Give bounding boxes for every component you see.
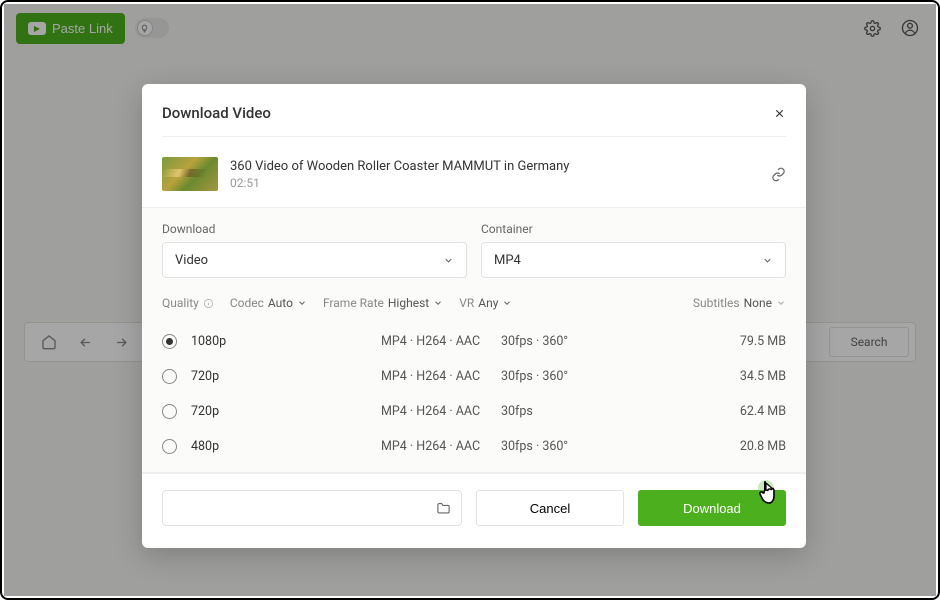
video-title: 360 Video of Wooden Roller Coaster MAMMU…	[230, 159, 759, 174]
vr-filter-value: Any	[478, 296, 498, 310]
codec-value: MP4 · H264 · AAC	[381, 334, 501, 349]
quality-value: 720p	[191, 404, 381, 419]
codec-value: MP4 · H264 · AAC	[381, 404, 501, 419]
fps-value: 30fps · 360°	[501, 369, 651, 384]
download-button[interactable]: Download	[638, 490, 786, 526]
quality-options-list: 1080pMP4 · H264 · AAC30fps · 360°79.5 MB…	[162, 324, 786, 470]
codec-filter-value: Auto	[268, 296, 293, 310]
chevron-down-icon	[502, 298, 512, 308]
quality-value: 480p	[191, 439, 381, 454]
container-value: MP4	[494, 253, 521, 268]
video-info: 360 Video of Wooden Roller Coaster MAMMU…	[142, 153, 806, 207]
chevron-down-icon	[762, 255, 773, 266]
quality-option[interactable]: 480pMP4 · H264 · AAC30fps · 360°20.8 MB	[162, 429, 786, 464]
quality-filter[interactable]: Quality	[162, 296, 214, 310]
download-type-select[interactable]: Video	[162, 242, 467, 278]
download-type-value: Video	[175, 253, 208, 268]
size-value: 20.8 MB	[651, 439, 786, 454]
filters-row: Quality Codec Auto Frame Rate Highest VR…	[162, 296, 786, 310]
download-label: Download	[683, 501, 741, 516]
chevron-down-icon	[297, 298, 307, 308]
quality-filter-label: Quality	[162, 296, 199, 310]
quality-option[interactable]: 1080pMP4 · H264 · AAC30fps · 360°79.5 MB	[162, 324, 786, 359]
size-value: 79.5 MB	[651, 334, 786, 349]
chevron-down-icon	[443, 255, 454, 266]
quality-value: 1080p	[191, 334, 381, 349]
framerate-filter[interactable]: Frame Rate Highest	[323, 296, 443, 310]
codec-value: MP4 · H264 · AAC	[381, 439, 501, 454]
framerate-filter-label: Frame Rate	[323, 296, 384, 310]
size-value: 62.4 MB	[651, 404, 786, 419]
close-button[interactable]	[773, 107, 786, 120]
config-section: Download Video Container MP4	[142, 207, 806, 473]
codec-filter[interactable]: Codec Auto	[230, 296, 307, 310]
info-icon	[203, 298, 214, 309]
download-dialog: Download Video 360 Video of Wooden Rolle…	[142, 84, 806, 548]
container-field: Container MP4	[481, 222, 786, 278]
codec-value: MP4 · H264 · AAC	[381, 369, 501, 384]
quality-option[interactable]: 720pMP4 · H264 · AAC30fps62.4 MB	[162, 394, 786, 429]
radio-button[interactable]	[162, 439, 177, 454]
app-window: ▶ Paste Link Search	[4, 4, 936, 596]
fps-value: 30fps	[501, 404, 651, 419]
vr-filter-label: VR	[459, 296, 474, 310]
vr-filter[interactable]: VR Any	[459, 296, 512, 310]
container-label: Container	[481, 222, 786, 236]
size-value: 34.5 MB	[651, 369, 786, 384]
fps-value: 30fps · 360°	[501, 334, 651, 349]
cancel-label: Cancel	[530, 501, 570, 516]
video-thumbnail	[162, 157, 218, 191]
subtitles-filter[interactable]: Subtitles None	[693, 296, 786, 310]
video-duration: 02:51	[230, 176, 759, 190]
close-icon	[773, 107, 786, 120]
codec-filter-label: Codec	[230, 296, 264, 310]
cancel-button[interactable]: Cancel	[476, 490, 624, 526]
radio-button[interactable]	[162, 369, 177, 384]
dialog-title: Download Video	[162, 104, 271, 122]
download-type-field: Download Video	[162, 222, 467, 278]
container-select[interactable]: MP4	[481, 242, 786, 278]
framerate-filter-value: Highest	[388, 296, 429, 310]
folder-icon	[436, 501, 451, 516]
open-link-button[interactable]	[771, 167, 786, 182]
download-type-label: Download	[162, 222, 467, 236]
save-path-input[interactable]	[162, 490, 462, 526]
subtitles-filter-label: Subtitles	[693, 296, 740, 310]
chevron-down-icon	[433, 298, 443, 308]
radio-button[interactable]	[162, 404, 177, 419]
link-icon	[771, 167, 786, 182]
radio-button[interactable]	[162, 334, 177, 349]
chevron-down-icon	[776, 298, 786, 308]
dialog-footer: Cancel Download	[142, 473, 806, 548]
fps-value: 30fps · 360°	[501, 439, 651, 454]
quality-option[interactable]: 720pMP4 · H264 · AAC30fps · 360°34.5 MB	[162, 359, 786, 394]
quality-value: 720p	[191, 369, 381, 384]
subtitles-filter-value: None	[744, 296, 772, 310]
